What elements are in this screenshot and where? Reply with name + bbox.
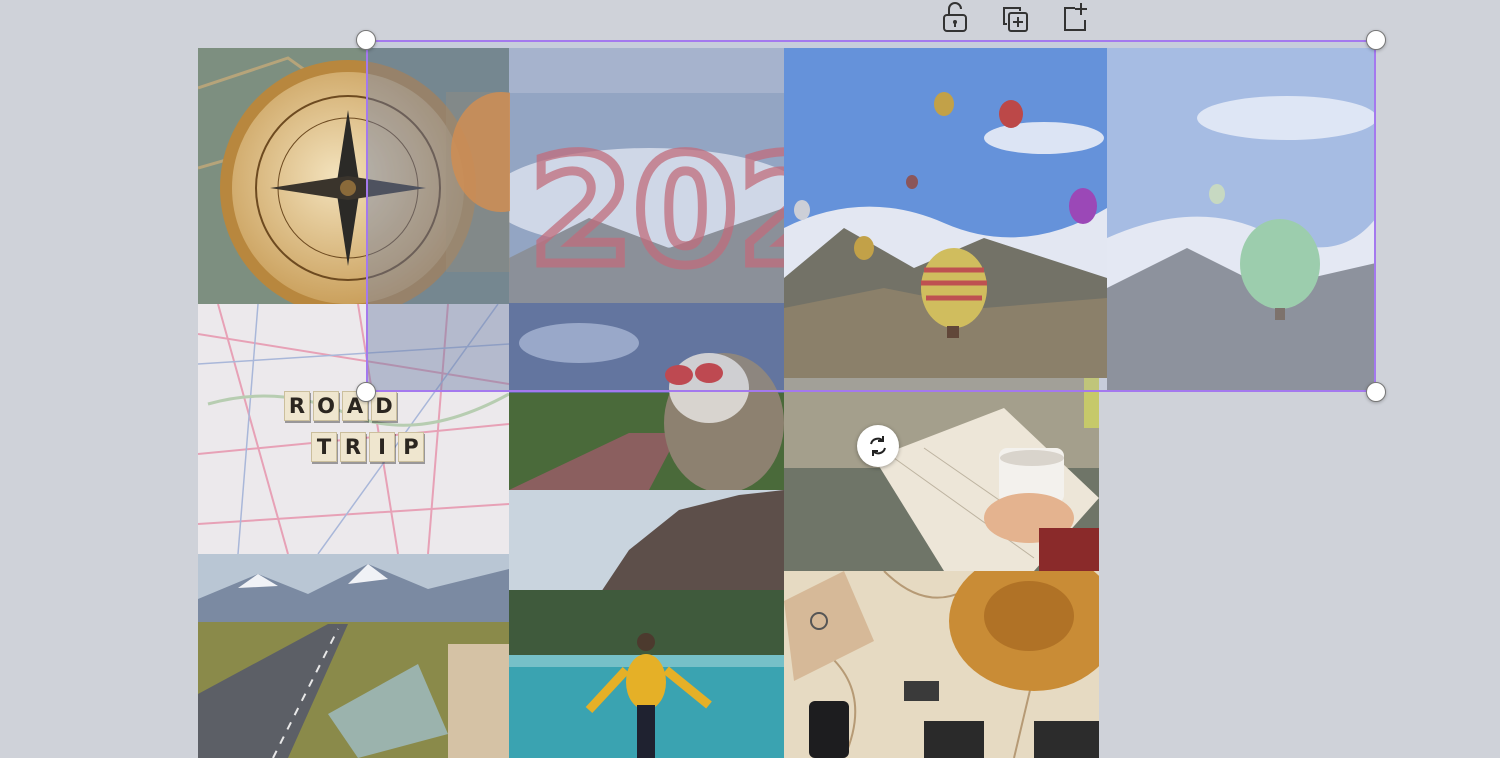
book-cup-image (784, 378, 1099, 571)
scrabble-tile: R (340, 432, 366, 462)
selection-box[interactable] (356, 30, 1386, 402)
unlock-icon (943, 2, 967, 32)
scrabble-tile: I (369, 432, 395, 462)
photo-book-cup[interactable] (784, 378, 1099, 571)
element-toolbar (936, 0, 1096, 36)
photo-lake[interactable] (509, 490, 784, 758)
selection-frame (366, 40, 1376, 392)
scrabble-tile: O (313, 391, 339, 421)
resize-handle-bottom-left[interactable] (356, 382, 376, 402)
scrabble-tile: T (311, 432, 337, 462)
duplicate-plus-icon (1003, 7, 1028, 32)
scrabble-row-trip: T R I P (311, 432, 424, 462)
scrabble-row-road: R O A D (284, 391, 397, 421)
lake-image (509, 490, 784, 758)
lock-button[interactable] (936, 0, 974, 36)
duplicate-button[interactable] (996, 0, 1034, 36)
flatlay-image (784, 571, 1099, 758)
photo-flatlay[interactable] (784, 571, 1099, 758)
mountain-road-image (198, 554, 509, 758)
rotate-arrows-icon (870, 436, 886, 456)
photo-mountain-road[interactable] (198, 554, 509, 758)
share-button[interactable] (1056, 0, 1094, 36)
resize-handle-top-right[interactable] (1366, 30, 1386, 50)
share-plus-icon (1064, 3, 1087, 31)
resize-handle-bottom-right[interactable] (1366, 382, 1386, 402)
scrabble-tile: R (284, 391, 310, 421)
rotate-button[interactable] (857, 425, 899, 467)
scrabble-tile: P (398, 432, 424, 462)
resize-handle-top-left[interactable] (356, 30, 376, 50)
